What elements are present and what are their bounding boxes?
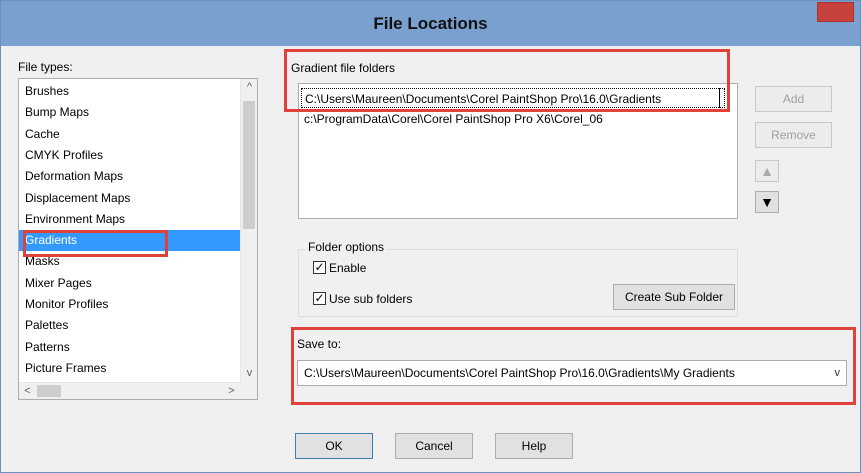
ok-button[interactable]: OK	[295, 433, 373, 459]
file-types-listbox[interactable]: Brushes Bump Maps Cache CMYK Profiles Deform…	[18, 78, 258, 400]
folder-item[interactable]: c:\ProgramData\Corel\Corel PaintShop Pro…	[301, 109, 603, 129]
checkmark-icon: ✓	[314, 260, 325, 274]
scrollbar-corner	[240, 382, 257, 399]
file-type-item[interactable]: Palettes	[19, 315, 244, 336]
use-subfolders-label: Use sub folders	[329, 292, 413, 306]
create-subfolder-button[interactable]: Create Sub Folder	[613, 284, 735, 310]
cancel-button[interactable]: Cancel	[395, 433, 473, 459]
dialog-body: File types: Brushes Bump Maps Cache CMYK Pr…	[8, 46, 853, 465]
save-to-label: Save to:	[297, 337, 342, 351]
file-type-item[interactable]: Environment Maps	[19, 209, 244, 230]
checkmark-icon: ✓	[314, 291, 325, 305]
file-type-item[interactable]: Mixer Pages	[19, 273, 244, 294]
save-to-dropdown[interactable]: C:\Users\Maureen\Documents\Corel PaintSh…	[297, 360, 847, 386]
enable-label: Enable	[329, 261, 367, 275]
enable-checkbox[interactable]: ✓	[313, 261, 326, 274]
move-down-button[interactable]: ▼	[755, 191, 779, 213]
use-subfolders-checkbox[interactable]: ✓	[313, 292, 326, 305]
dialog-title: File Locations	[373, 14, 488, 33]
file-locations-dialog: File Locations File types: Brushes Bump M…	[0, 0, 861, 473]
file-type-item[interactable]: Monitor Profiles	[19, 294, 244, 315]
save-to-value: C:\Users\Maureen\Documents\Corel PaintSh…	[304, 366, 735, 380]
title-bar: File Locations	[1, 1, 860, 46]
gradient-folders-label: Gradient file folders	[291, 61, 396, 75]
file-type-item[interactable]: Masks	[19, 251, 244, 272]
file-type-item[interactable]: Patterns	[19, 337, 244, 358]
file-type-item[interactable]: Picture Frames	[19, 358, 244, 379]
file-type-item[interactable]: Gradients	[19, 230, 244, 252]
help-button[interactable]: Help	[495, 433, 573, 459]
scroll-right-icon[interactable]: >	[223, 383, 240, 400]
folder-path: C:\Users\Maureen\Documents\Corel PaintSh…	[305, 92, 662, 106]
file-type-item[interactable]: Displacement Maps	[19, 188, 244, 209]
vertical-scroll-thumb[interactable]	[243, 101, 255, 229]
close-button[interactable]	[817, 2, 854, 22]
vertical-scrollbar[interactable]: ^ v	[240, 79, 257, 382]
scroll-down-icon[interactable]: v	[241, 365, 258, 382]
move-up-button[interactable]: ▲	[755, 160, 779, 182]
file-type-item[interactable]: Cache	[19, 124, 244, 145]
horizontal-scroll-thumb[interactable]	[37, 385, 61, 397]
horizontal-scrollbar[interactable]: < >	[19, 382, 240, 399]
file-type-item[interactable]: CMYK Profiles	[19, 145, 244, 166]
scroll-up-icon[interactable]: ^	[241, 79, 258, 96]
remove-button[interactable]: Remove	[755, 122, 832, 148]
file-type-item[interactable]: Deformation Maps	[19, 166, 244, 187]
add-button[interactable]: Add	[755, 86, 832, 112]
text-cursor	[719, 88, 720, 108]
file-type-item[interactable]: Bump Maps	[19, 102, 244, 123]
gradient-folders-list[interactable]: C:\Users\Maureen\Documents\Corel PaintSh…	[298, 83, 738, 219]
folder-item[interactable]: C:\Users\Maureen\Documents\Corel PaintSh…	[301, 88, 725, 108]
folder-path: c:\ProgramData\Corel\Corel PaintShop Pro…	[304, 112, 603, 126]
triangle-up-icon: ▲	[760, 163, 774, 179]
folder-options-label: Folder options	[306, 240, 387, 254]
file-types-label: File types:	[18, 60, 73, 74]
scroll-left-icon[interactable]: <	[19, 383, 36, 400]
chevron-down-icon: v	[834, 367, 841, 379]
triangle-down-icon: ▼	[760, 194, 774, 210]
file-type-item[interactable]: Brushes	[19, 81, 244, 102]
